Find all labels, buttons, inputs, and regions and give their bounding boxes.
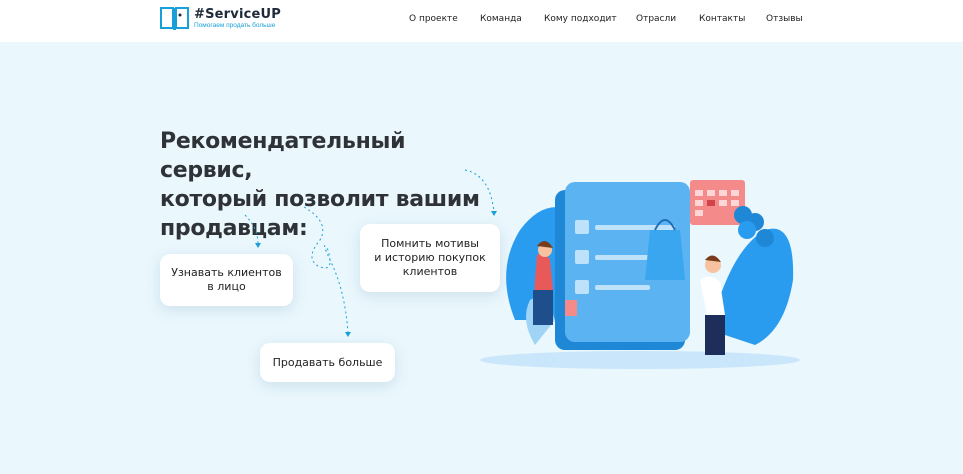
nav-reviews[interactable]: Отзывы bbox=[766, 14, 803, 24]
nav-who-fits[interactable]: Кому подходит bbox=[544, 14, 617, 24]
hero-title-line-1: Рекомендательный сервис, bbox=[160, 129, 406, 183]
card-sell-more-text: Продавать больше bbox=[272, 355, 383, 369]
card-remember-text: Помнить мотивы и историю покупок клиенто… bbox=[374, 237, 486, 278]
hero-illustration bbox=[480, 180, 800, 369]
card-recognize-text: Узнавать клиентов в лицо bbox=[171, 266, 282, 293]
card-recognize-clients: Узнавать клиентов в лицо bbox=[160, 254, 293, 306]
hero-title-line-2: который позволит вашим bbox=[160, 187, 480, 212]
card-sell-more: Продавать больше bbox=[260, 343, 395, 382]
main-nav: О проекте Команда Кому подходит Отрасли … bbox=[0, 14, 963, 28]
nav-about[interactable]: О проекте bbox=[409, 14, 458, 24]
nav-contacts[interactable]: Контакты bbox=[699, 14, 745, 24]
site-header: #ServiceUP Помогаем продать больше О про… bbox=[0, 0, 963, 42]
nav-industries[interactable]: Отрасли bbox=[636, 14, 676, 24]
nav-team[interactable]: Команда bbox=[480, 14, 522, 24]
